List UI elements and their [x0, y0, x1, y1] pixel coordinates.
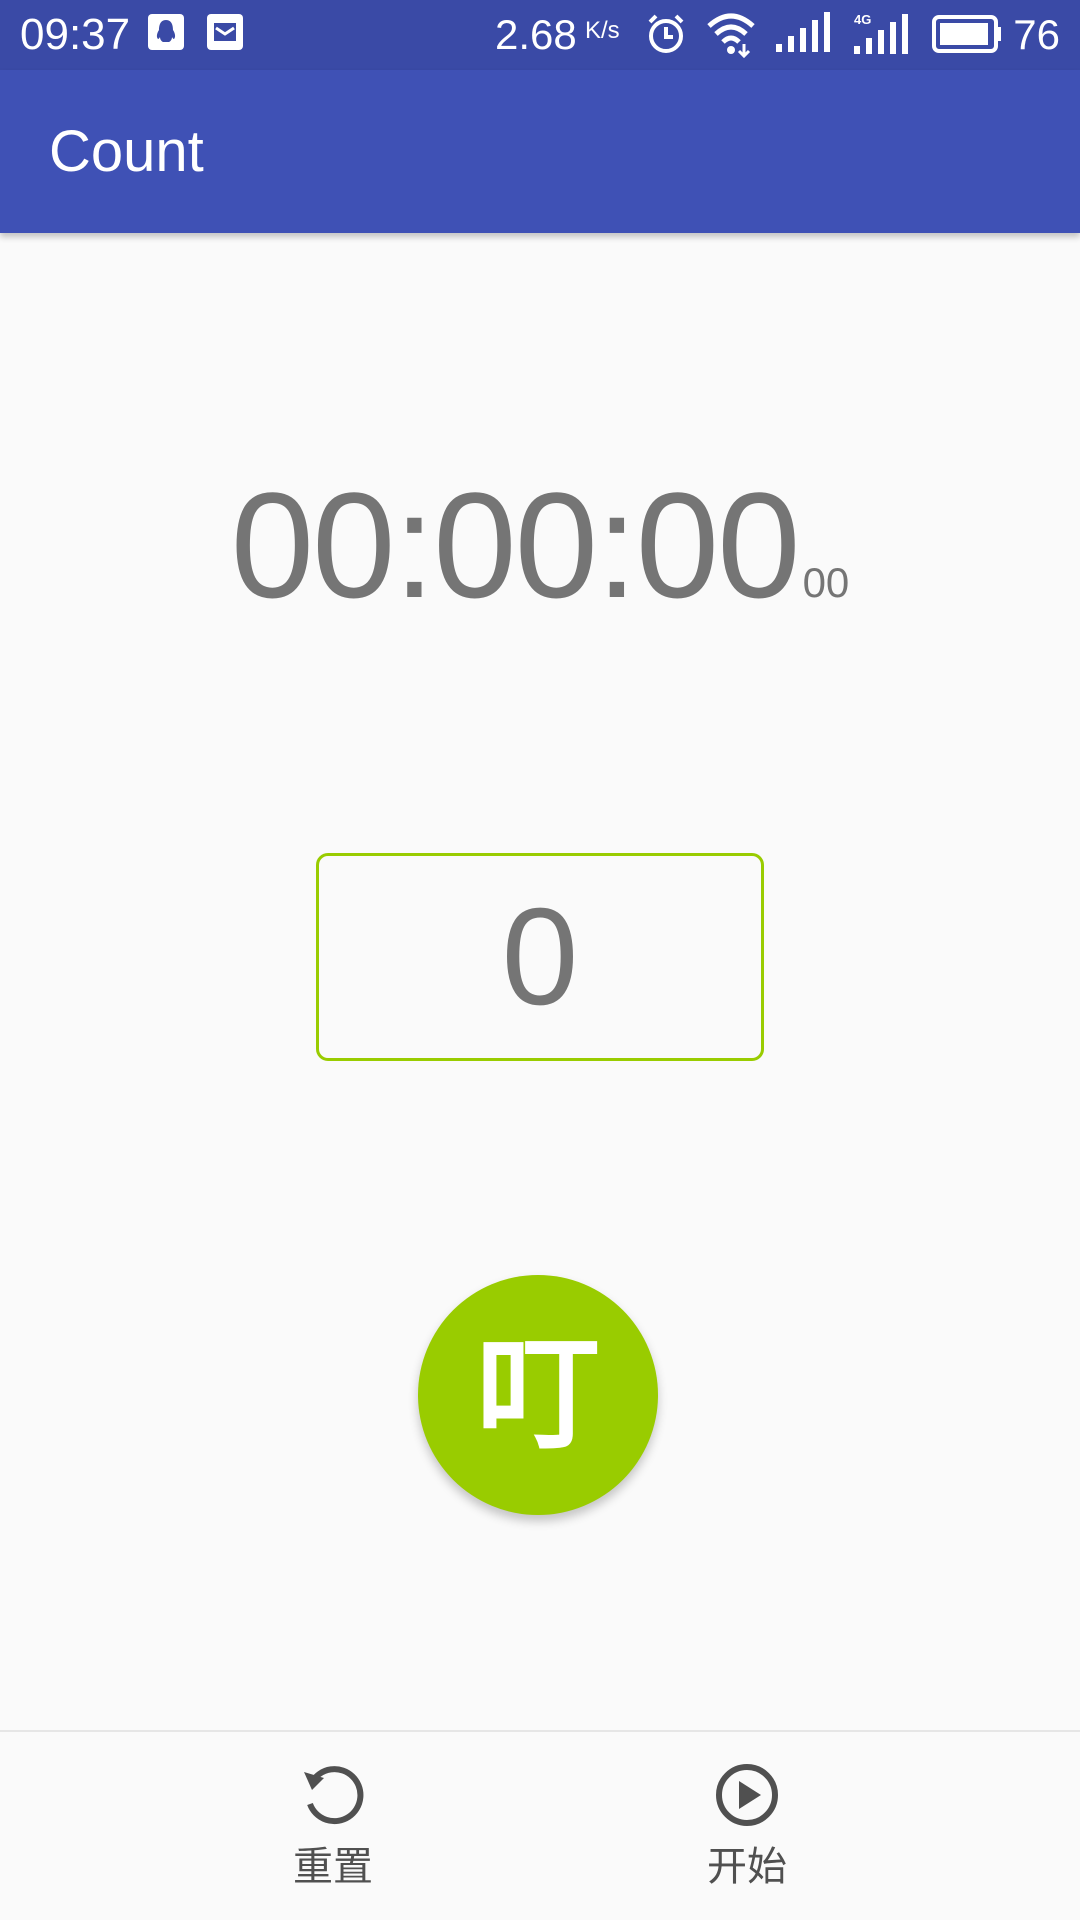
- battery-level: 76: [1013, 11, 1060, 58]
- qq-icon: [148, 14, 184, 50]
- reset-button[interactable]: 重置: [233, 1732, 433, 1920]
- app-bar: Count: [0, 70, 1080, 233]
- net-speed-unit: K/s: [585, 17, 620, 44]
- start-label: 开始: [707, 1844, 787, 1890]
- reset-icon: [304, 1766, 364, 1825]
- ding-button[interactable]: 叮: [418, 1275, 658, 1515]
- signal-4g-icon: 4G: [854, 12, 908, 54]
- timer-ms: 00: [802, 559, 850, 606]
- timer-display: 00:00:0000: [0, 470, 1080, 620]
- status-bar: 09:37 2.68 K/s 4G 76: [0, 0, 1080, 70]
- reset-label: 重置: [293, 1844, 373, 1890]
- bottom-bar: 重置 开始: [0, 1730, 1080, 1920]
- play-icon: [716, 1764, 778, 1826]
- count-value: 0: [501, 880, 579, 1034]
- signal-icon: [776, 12, 830, 52]
- alarm-icon: [648, 14, 684, 53]
- count-display: 0: [316, 853, 764, 1061]
- svg-text:4G: 4G: [854, 12, 871, 27]
- ding-button-label: 叮: [475, 1323, 600, 1467]
- timer-main: 00:00:00: [230, 461, 801, 629]
- status-time: 09:37: [20, 10, 131, 59]
- wifi-icon: [707, 13, 755, 58]
- battery-icon: [932, 15, 1001, 53]
- start-button[interactable]: 开始: [647, 1732, 847, 1920]
- page-title: Count: [49, 119, 204, 184]
- mail-icon: [207, 14, 243, 50]
- net-speed: 2.68: [495, 11, 577, 58]
